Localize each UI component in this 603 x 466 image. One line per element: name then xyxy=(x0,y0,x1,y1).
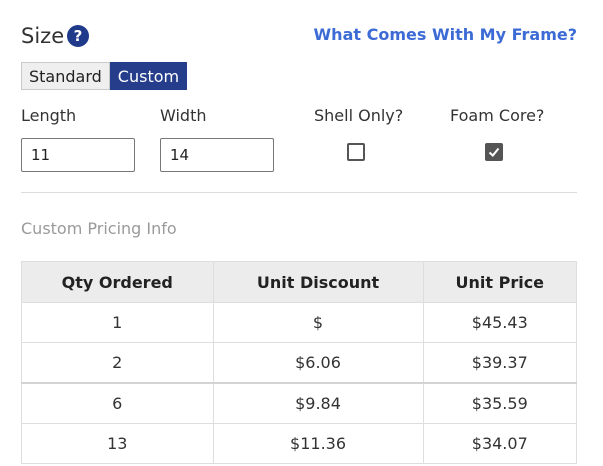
divider xyxy=(21,192,577,193)
length-label: Length xyxy=(21,106,77,125)
price-cell: $35.59 xyxy=(422,382,578,424)
width-label: Width xyxy=(160,106,207,125)
foam-core-label: Foam Core? xyxy=(450,106,545,125)
foam-core-checkbox[interactable] xyxy=(485,143,503,161)
pricing-table: Qty Ordered Unit Discount Unit Price 1 $… xyxy=(21,261,578,464)
frame-contents-link[interactable]: What Comes With My Frame? xyxy=(314,25,577,44)
help-icon[interactable]: ? xyxy=(67,25,89,47)
size-header: Size ? What Comes With My Frame? xyxy=(21,22,577,50)
discount-cell: $11.36 xyxy=(212,423,424,464)
price-cell: $45.43 xyxy=(422,302,578,343)
discount-cell: $6.06 xyxy=(212,342,424,384)
discount-cell: $9.84 xyxy=(212,382,424,424)
qty-cell: 2 xyxy=(21,342,214,384)
qty-cell: 1 xyxy=(21,302,214,343)
pricing-info-title: Custom Pricing Info xyxy=(21,219,177,238)
table-row: 13 $11.36 $34.07 xyxy=(21,423,578,464)
width-input[interactable] xyxy=(160,138,274,172)
table-row: 2 $6.06 $39.37 xyxy=(21,342,578,384)
table-row: 6 $9.84 $35.59 xyxy=(21,382,578,424)
length-input[interactable] xyxy=(21,138,135,172)
qty-cell: 6 xyxy=(21,382,214,424)
table-row: 1 $ $45.43 xyxy=(21,302,578,343)
column-header: Unit Discount xyxy=(212,261,424,303)
qty-cell: 13 xyxy=(21,423,214,464)
column-header: Qty Ordered xyxy=(21,261,214,303)
price-cell: $34.07 xyxy=(422,423,578,464)
size-toggle: Standard Custom xyxy=(21,62,188,90)
checkmark-icon xyxy=(488,147,500,157)
shell-only-checkbox[interactable] xyxy=(347,143,365,161)
column-header: Unit Price xyxy=(422,261,578,303)
size-title: Size xyxy=(21,24,65,48)
custom-size-button[interactable]: Custom xyxy=(109,62,188,90)
shell-only-label: Shell Only? xyxy=(314,106,404,125)
discount-cell: $ xyxy=(212,302,424,343)
standard-size-button[interactable]: Standard xyxy=(21,62,110,90)
table-header-row: Qty Ordered Unit Discount Unit Price xyxy=(21,261,578,303)
price-cell: $39.37 xyxy=(422,342,578,384)
